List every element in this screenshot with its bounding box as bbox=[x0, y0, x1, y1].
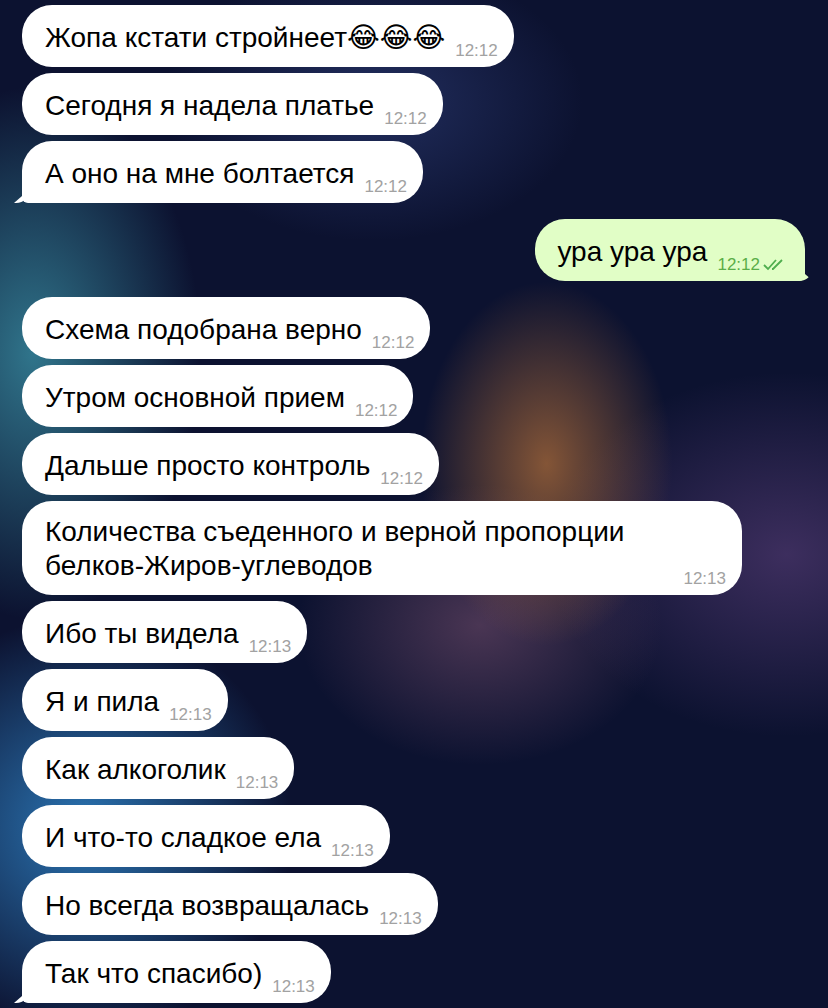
incoming-message[interactable]: Жопа кстати стройнеет😂😂😂 12:12 bbox=[22, 5, 514, 67]
message-text: И что-то сладкое ела bbox=[45, 821, 321, 855]
message-row: Утром основной прием 12:12 bbox=[22, 365, 805, 427]
message-meta: 12:12 bbox=[384, 109, 427, 129]
message-text: А оно на мне болтается bbox=[45, 157, 354, 191]
message-time: 12:12 bbox=[717, 255, 760, 275]
message-time: 12:13 bbox=[249, 637, 292, 657]
incoming-message[interactable]: А оно на мне болтается 12:12 bbox=[22, 141, 423, 203]
message-meta: 12:12 bbox=[372, 333, 415, 353]
incoming-message[interactable]: Схема подобрана верно 12:12 bbox=[22, 297, 430, 359]
message-row: Схема подобрана верно 12:12 bbox=[22, 297, 805, 359]
message-text: Так что спасибо) bbox=[45, 957, 262, 991]
message-meta: 12:13 bbox=[272, 977, 315, 997]
message-time: 12:13 bbox=[379, 909, 422, 929]
message-meta: 12:12 bbox=[364, 177, 407, 197]
incoming-message[interactable]: Так что спасибо) 12:13 bbox=[22, 941, 331, 1003]
message-text: Жопа кстати стройнеет😂😂😂 bbox=[45, 21, 445, 55]
incoming-message[interactable]: Я и пила 12:13 bbox=[22, 669, 228, 731]
message-row: Количества съеденного и верной пропорции… bbox=[22, 501, 805, 595]
message-meta: 12:13 bbox=[249, 637, 292, 657]
incoming-message[interactable]: Дальше просто контроль 12:12 bbox=[22, 433, 439, 495]
message-time: 12:12 bbox=[380, 469, 423, 489]
message-time: 12:13 bbox=[236, 773, 279, 793]
message-time: 12:13 bbox=[272, 977, 315, 997]
incoming-message[interactable]: Как алкоголик 12:13 bbox=[22, 737, 294, 799]
message-meta: 12:13 bbox=[379, 909, 422, 929]
message-text: Но всегда возвращалась bbox=[45, 889, 369, 923]
message-meta: 12:12 bbox=[380, 469, 423, 489]
message-time: 12:12 bbox=[372, 333, 415, 353]
message-row: И что-то сладкое ела 12:13 bbox=[22, 805, 805, 867]
message-time: 12:13 bbox=[331, 841, 374, 861]
message-text: Утром основной прием bbox=[45, 381, 345, 415]
message-row: Дальше просто контроль 12:12 bbox=[22, 433, 805, 495]
message-text: ура ура ура bbox=[557, 235, 707, 269]
message-row: Как алкоголик 12:13 bbox=[22, 737, 805, 799]
incoming-message[interactable]: Количества съеденного и верной пропорции… bbox=[22, 501, 742, 595]
double-check-icon bbox=[763, 258, 787, 272]
message-meta: 12:13 bbox=[683, 569, 726, 589]
message-text: Как алкоголик bbox=[45, 753, 226, 787]
message-time: 12:12 bbox=[355, 401, 398, 421]
message-time: 12:13 bbox=[169, 705, 212, 725]
message-meta: 12:12 bbox=[717, 255, 787, 275]
message-row: Я и пила 12:13 bbox=[22, 669, 805, 731]
outgoing-message[interactable]: ура ура ура 12:12 bbox=[535, 219, 805, 281]
message-text: Дальше просто контроль bbox=[45, 449, 370, 483]
message-row: А оно на мне болтается 12:12 bbox=[22, 141, 805, 203]
message-text: Ибо ты видела bbox=[45, 617, 239, 651]
message-meta: 12:12 bbox=[455, 41, 498, 61]
incoming-message[interactable]: Но всегда возвращалась 12:13 bbox=[22, 873, 438, 935]
message-text: Сегодня я надела платье bbox=[45, 89, 374, 123]
incoming-message[interactable]: Утром основной прием 12:12 bbox=[22, 365, 413, 427]
message-time: 12:12 bbox=[364, 177, 407, 197]
message-text: Я и пила bbox=[45, 685, 159, 719]
message-text: Количества съеденного и верной пропорции… bbox=[45, 515, 673, 583]
incoming-message[interactable]: Ибо ты видела 12:13 bbox=[22, 601, 307, 663]
message-list: Жопа кстати стройнеет😂😂😂 12:12 Сегодня я… bbox=[0, 0, 828, 1003]
message-time: 12:12 bbox=[384, 109, 427, 129]
incoming-message[interactable]: Сегодня я надела платье 12:12 bbox=[22, 73, 443, 135]
message-row: Так что спасибо) 12:13 bbox=[22, 941, 805, 1003]
message-meta: 12:13 bbox=[331, 841, 374, 861]
incoming-message[interactable]: И что-то сладкое ела 12:13 bbox=[22, 805, 390, 867]
message-row: Но всегда возвращалась 12:13 bbox=[22, 873, 805, 935]
message-row: Сегодня я надела платье 12:12 bbox=[22, 73, 805, 135]
message-time: 12:12 bbox=[455, 41, 498, 61]
message-time: 12:13 bbox=[683, 569, 726, 589]
message-row: Жопа кстати стройнеет😂😂😂 12:12 bbox=[22, 5, 805, 67]
message-meta: 12:12 bbox=[355, 401, 398, 421]
message-meta: 12:13 bbox=[236, 773, 279, 793]
chat-screen: Жопа кстати стройнеет😂😂😂 12:12 Сегодня я… bbox=[0, 0, 828, 1008]
message-text: Схема подобрана верно bbox=[45, 313, 362, 347]
message-row: Ибо ты видела 12:13 bbox=[22, 601, 805, 663]
message-row: ура ура ура 12:12 bbox=[22, 219, 805, 281]
message-meta: 12:13 bbox=[169, 705, 212, 725]
